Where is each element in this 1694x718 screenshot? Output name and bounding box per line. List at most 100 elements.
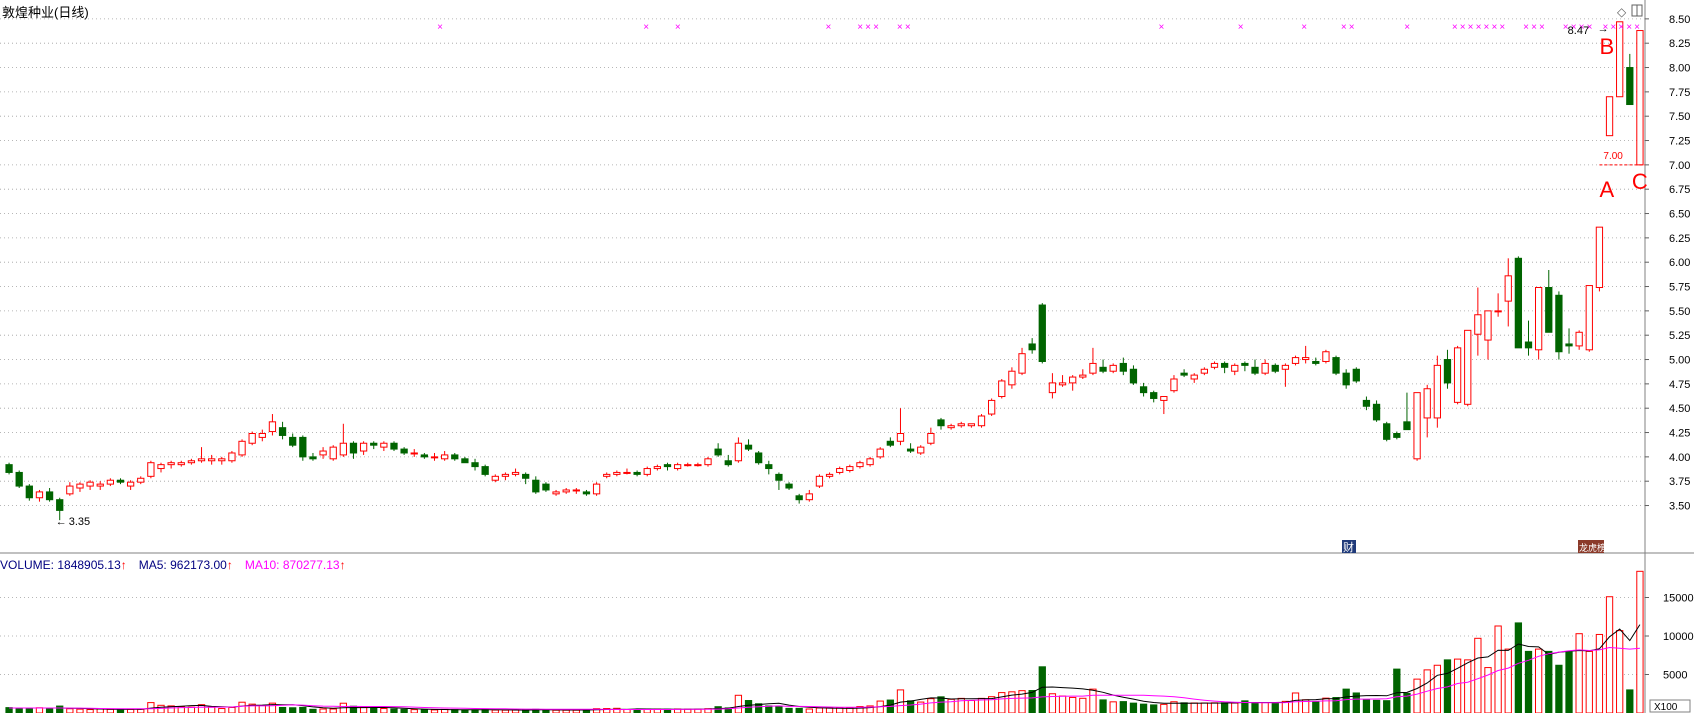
candle-down [1150, 392, 1158, 399]
signal-marker: × [1491, 22, 1497, 33]
signal-marker: × [675, 22, 681, 33]
candle-down [299, 436, 307, 458]
volume-bar-up [1109, 701, 1117, 714]
volume-bar-down [25, 707, 33, 714]
candle-down [582, 491, 591, 495]
volume-bar-up [1200, 702, 1209, 714]
candle-up [208, 458, 216, 462]
candle-up [684, 464, 692, 467]
volume-bar-up [1069, 696, 1077, 714]
candle-down [1038, 304, 1046, 362]
price-tick-label: 4.25 [1669, 428, 1690, 440]
volume-tick-label: 5000 [1663, 670, 1687, 682]
candle-down [309, 456, 317, 460]
volume-bar-down [1150, 704, 1158, 714]
candle-up [967, 423, 976, 427]
volume-bar-down [765, 705, 773, 714]
volume-bar-up [228, 706, 236, 714]
volume-bar-up [1474, 637, 1482, 714]
candle-up [1048, 382, 1057, 394]
candle-up [1170, 378, 1178, 392]
price-tick-label: 5.50 [1669, 306, 1690, 318]
candle-down [1514, 257, 1523, 349]
volume-bar-up [1534, 648, 1543, 714]
signal-marker: × [1301, 22, 1307, 33]
volume-bar-up [218, 708, 226, 714]
candle-up [572, 489, 580, 492]
candle-down [1180, 372, 1188, 376]
signal-marker: × [905, 22, 911, 33]
price-tick-label: 7.25 [1669, 136, 1690, 148]
volume-bar-down [309, 708, 317, 714]
volume-bar-up [410, 709, 418, 714]
signal-marker: × [1626, 22, 1632, 33]
candle-up [1200, 368, 1209, 374]
volume-bar-up [238, 701, 246, 714]
volume-tick-label: 10000 [1663, 631, 1694, 643]
volume-bar-up [815, 707, 824, 714]
candle-up [319, 450, 327, 456]
candle-up [1302, 357, 1310, 361]
candle-up [977, 415, 986, 427]
volume-bar-down [278, 706, 287, 714]
candle-up [704, 458, 712, 466]
candle-up [1605, 96, 1614, 137]
chart-canvas[interactable]: 3.50 3.75 4.00 4.25 4.50 4.75 5.00 5.25 5.50 5.75… [0, 0, 1694, 714]
candle-down [937, 419, 945, 427]
stock-chart[interactable]: 3.50 3.75 4.00 4.25 4.50 4.75 5.00 5.25 5.50 5.75… [0, 0, 1694, 714]
signal-marker: × [437, 22, 443, 33]
candle-up [1453, 347, 1462, 403]
price-tick-label: 8.50 [1669, 14, 1690, 26]
candle-up [511, 471, 520, 475]
volume-bar-down [1393, 668, 1401, 714]
candle-up [248, 433, 256, 444]
candle-up [876, 448, 884, 458]
candle-down [744, 444, 753, 450]
annotation-a: A [1600, 177, 1615, 202]
signal-marker: × [1404, 22, 1410, 33]
candle-up [1616, 21, 1624, 98]
low-price-label: 3.35 [69, 516, 90, 528]
candle-up [501, 473, 510, 477]
candle-up [1433, 364, 1441, 419]
candle-up [66, 485, 74, 495]
price-tick-label: 6.25 [1669, 233, 1690, 245]
candle-down [542, 483, 550, 491]
high-price-label: 8.47 [1568, 25, 1589, 37]
candle-up [1281, 364, 1290, 370]
candle-up [197, 458, 206, 462]
volume-tick-label: 15000 [1663, 593, 1694, 605]
candle-up [1423, 388, 1431, 419]
candle-up [106, 479, 115, 485]
candle-up [613, 471, 621, 475]
candle-down [886, 440, 894, 446]
candle-down [1372, 403, 1381, 421]
candle-up [1089, 362, 1097, 374]
candle-down [765, 464, 773, 470]
candle-up [1534, 287, 1543, 351]
signal-marker: × [1634, 22, 1640, 33]
candle-up [1413, 392, 1421, 460]
candle-down [785, 483, 793, 489]
candle-up [1109, 364, 1117, 372]
volume-value: VOLUME: 1848905.13 [0, 558, 121, 572]
price-tick-label: 3.50 [1669, 501, 1690, 513]
candle-up [1585, 285, 1593, 351]
candle-down [1028, 343, 1036, 351]
signal-marker: × [1499, 22, 1505, 33]
volume-bar-down [1180, 702, 1188, 714]
volume-bar-up [927, 698, 935, 714]
signal-marker: × [826, 22, 832, 33]
volume-bar-down [1342, 688, 1350, 714]
candle-down [390, 442, 398, 450]
volume-bar-down [1626, 689, 1634, 714]
candle-up [187, 460, 196, 464]
volume-bar-down [1555, 664, 1563, 714]
volume-bar-down [1119, 701, 1127, 714]
candle-down [1251, 366, 1259, 374]
volume-bar-down [633, 709, 641, 714]
candle-down [451, 454, 459, 460]
candle-up [359, 442, 368, 452]
candle-down [1393, 433, 1401, 438]
candle-down [755, 452, 763, 464]
